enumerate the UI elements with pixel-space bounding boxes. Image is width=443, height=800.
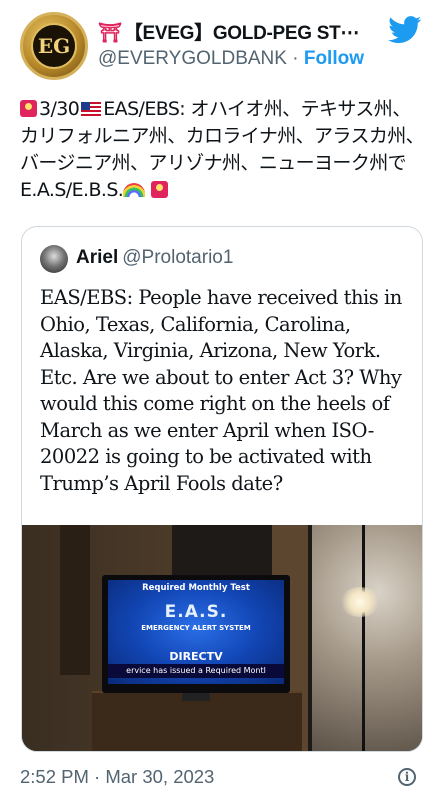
info-icon[interactable]: i — [398, 768, 416, 786]
photo-tv-screen: Required Monthly Test E.A.S. EMERGENCY A… — [108, 580, 284, 684]
author-avatar-logo: EG — [31, 23, 77, 69]
torii-gate-icon: ⛩ — [98, 23, 122, 44]
quoted-author-handle: @Prolotario1 — [122, 247, 234, 268]
photo-tv-stand — [182, 693, 210, 701]
handle-separator: · — [286, 48, 304, 69]
tv-crawl: ervice has issued a Required Montl — [108, 664, 284, 678]
tweet-header: EG ⛩ 【EVEG】GOLD-PEG ST⋯ @EVERYGOLDBANK · … — [0, 0, 443, 92]
photo-lamp-glow — [340, 587, 380, 617]
photo-curtain — [60, 525, 90, 675]
siren-icon — [20, 100, 37, 117]
siren-icon — [150, 181, 168, 198]
tweet-text: 3/30 EAS/EBS: オハイオ州、テキサス州、カリフォルニア州、カロライナ州… — [20, 96, 425, 204]
photo-lamp-pole — [362, 525, 365, 751]
tv-top-text: Required Monthly Test — [142, 583, 250, 593]
tweet-text-prefix: 3/30 — [39, 98, 80, 120]
author-handle[interactable]: @EVERYGOLDBANK — [98, 48, 287, 69]
tv-title: E.A.S. — [164, 602, 228, 622]
quoted-author-avatar — [40, 245, 68, 273]
quoted-author-name: Ariel — [76, 247, 119, 268]
author-display-name[interactable]: ⛩ 【EVEG】GOLD-PEG ST⋯ — [98, 18, 388, 45]
author-name-text: 【EVEG】GOLD-PEG ST⋯ — [123, 23, 360, 44]
author-handle-line: @EVERYGOLDBANK · Follow — [98, 48, 364, 70]
follow-button[interactable]: Follow — [304, 48, 364, 69]
tv-brand: DIRECTV — [169, 650, 223, 663]
quoted-tweet-text: EAS/EBS: People have received this in Oh… — [40, 286, 402, 495]
tv-subtitle: EMERGENCY ALERT SYSTEM — [141, 624, 251, 632]
twitter-bird-icon[interactable] — [388, 16, 422, 44]
quoted-tweet[interactable]: Ariel @Prolotario1 EAS/EBS: People have r… — [21, 226, 423, 752]
author-avatar[interactable]: EG — [20, 12, 88, 80]
tweet-timestamp[interactable]: 2:52 PM · Mar 30, 2023 — [20, 766, 214, 788]
rainbow-icon — [123, 183, 146, 197]
quoted-author: Ariel @Prolotario1 — [76, 247, 233, 269]
us-flag-icon — [81, 102, 102, 116]
photo-wall-right — [312, 525, 422, 751]
quoted-tweet-media[interactable]: Required Monthly Test E.A.S. EMERGENCY A… — [22, 525, 422, 751]
photo-desk — [92, 693, 302, 751]
